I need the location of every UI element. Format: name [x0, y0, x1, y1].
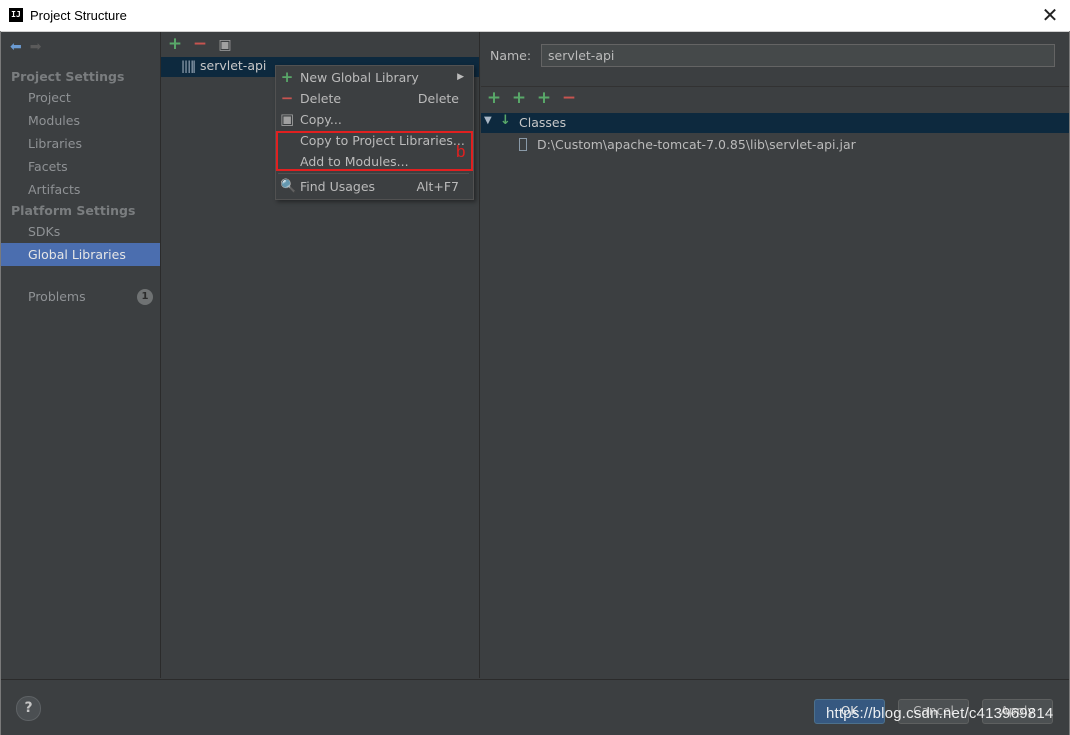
expand-arrow-icon[interactable]: ▼ [484, 115, 492, 126]
menu-item-delete[interactable]: − Delete Delete [276, 88, 471, 109]
platform-settings-header: Platform Settings [11, 203, 136, 218]
classes-icon: ↓ [500, 113, 511, 128]
sidebar-item-facets[interactable]: Facets [1, 155, 160, 178]
menu-item-label: New Global Library [300, 70, 419, 85]
menu-separator [278, 173, 469, 174]
project-settings-header: Project Settings [11, 69, 125, 84]
forward-arrow-icon[interactable]: ➡ [30, 39, 42, 55]
menu-shortcut: Delete [417, 91, 459, 106]
jar-icon [519, 138, 527, 151]
library-details-pane: Name: servlet-api + + + − ▼ ↓ Classes D:\Cu… [481, 32, 1069, 678]
plus-icon: + [280, 68, 294, 86]
watermark: https://blog.csdn.net/c413969814 [826, 705, 1054, 722]
help-button[interactable]: ? [16, 696, 41, 721]
intellij-app-icon: IJ [9, 8, 23, 22]
problems-label: Problems [28, 289, 86, 304]
submenu-arrow-icon: ▶ [457, 72, 464, 82]
menu-item-find-usages[interactable]: 🔍 Find Usages Alt+F7 [276, 176, 471, 197]
library-name-field[interactable]: servlet-api [541, 44, 1055, 67]
minus-icon: − [280, 89, 294, 107]
annotation-label: b [456, 142, 466, 161]
sidebar-item-sdks[interactable]: SDKs [1, 220, 160, 243]
tree-node-classes[interactable]: ▼ ↓ Classes [481, 113, 1069, 133]
search-icon: 🔍 [280, 179, 297, 194]
name-label: Name: [490, 48, 532, 63]
back-arrow-icon[interactable]: ⬅ [10, 39, 22, 55]
menu-item-label: Copy... [300, 112, 342, 127]
library-icon: |||‖ [181, 59, 196, 73]
close-icon[interactable]: ✕ [1038, 3, 1062, 27]
add-icon[interactable]: + [166, 35, 184, 53]
divider [481, 86, 1069, 87]
jar-path: D:\Custom\apache-tomcat-7.0.85\lib\servl… [537, 137, 856, 152]
menu-shortcut: Alt+F7 [416, 179, 459, 194]
sidebar-item-problems[interactable]: Problems 1 [1, 285, 160, 308]
copy-icon[interactable]: ▣ [216, 36, 234, 54]
attach-jar-icon[interactable]: + [535, 89, 553, 107]
library-name: servlet-api [200, 58, 267, 73]
menu-item-label: Delete [300, 91, 342, 106]
problems-count-badge: 1 [137, 289, 153, 305]
menu-item-new-global-library[interactable]: + New Global Library ▶ [276, 67, 471, 88]
window-title: Project Structure [30, 8, 127, 23]
nav-arrows: ⬅ ➡ [10, 39, 41, 55]
sidebar-item-artifacts[interactable]: Artifacts [1, 178, 160, 201]
classes-label: Classes [519, 115, 567, 130]
sidebar-item-modules[interactable]: Modules [1, 109, 160, 132]
settings-sidebar: ⬅ ➡ Project Settings Project Modules Libr… [1, 32, 161, 678]
title-bar: IJ Project Structure ✕ [0, 0, 1070, 32]
menu-item-label: Find Usages [300, 179, 376, 194]
remove-icon[interactable]: − [560, 89, 578, 107]
sidebar-item-project[interactable]: Project [1, 86, 160, 109]
attach-classes-icon[interactable]: + [510, 89, 528, 107]
sidebar-item-libraries[interactable]: Libraries [1, 132, 160, 155]
library-toolbar: + − ▣ [166, 35, 241, 55]
copy-icon: ▣ [280, 110, 295, 128]
add-icon[interactable]: + [485, 89, 503, 107]
sidebar-item-global-libraries[interactable]: Global Libraries [1, 243, 160, 266]
classes-toolbar: + + + − [485, 89, 585, 107]
menu-item-copy[interactable]: ▣ Copy... [276, 109, 471, 130]
annotation-highlight-box [276, 131, 473, 171]
remove-icon[interactable]: − [191, 35, 209, 53]
